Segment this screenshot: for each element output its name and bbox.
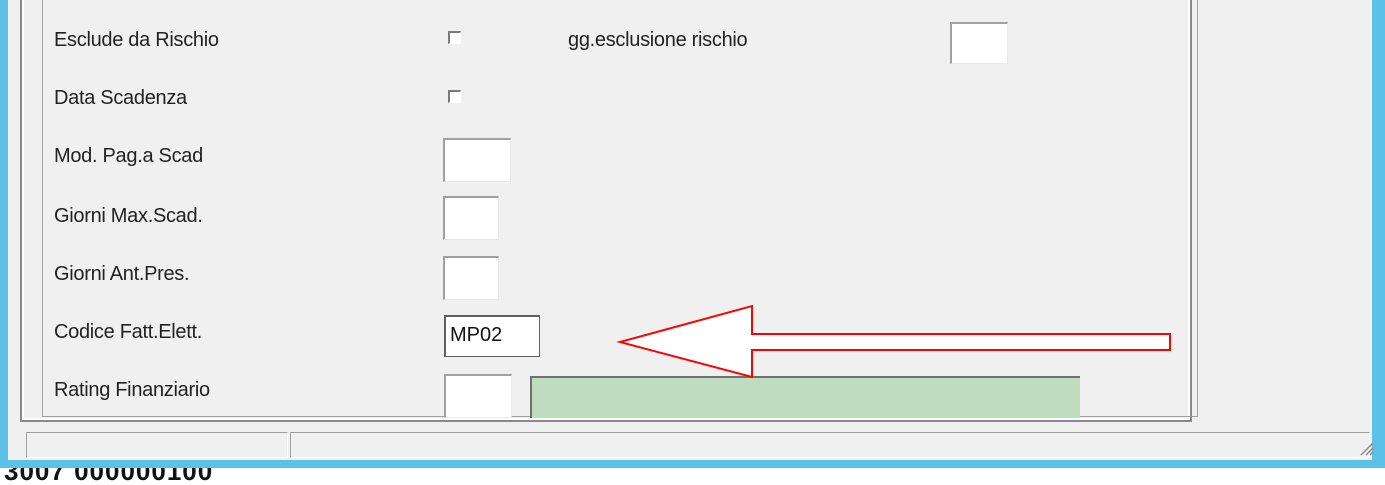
arrow-left-icon — [616, 304, 1171, 379]
footer-partial-text: 3007 000000100 — [4, 468, 214, 485]
footer-text: 3007 000000100 — [0, 468, 1385, 485]
